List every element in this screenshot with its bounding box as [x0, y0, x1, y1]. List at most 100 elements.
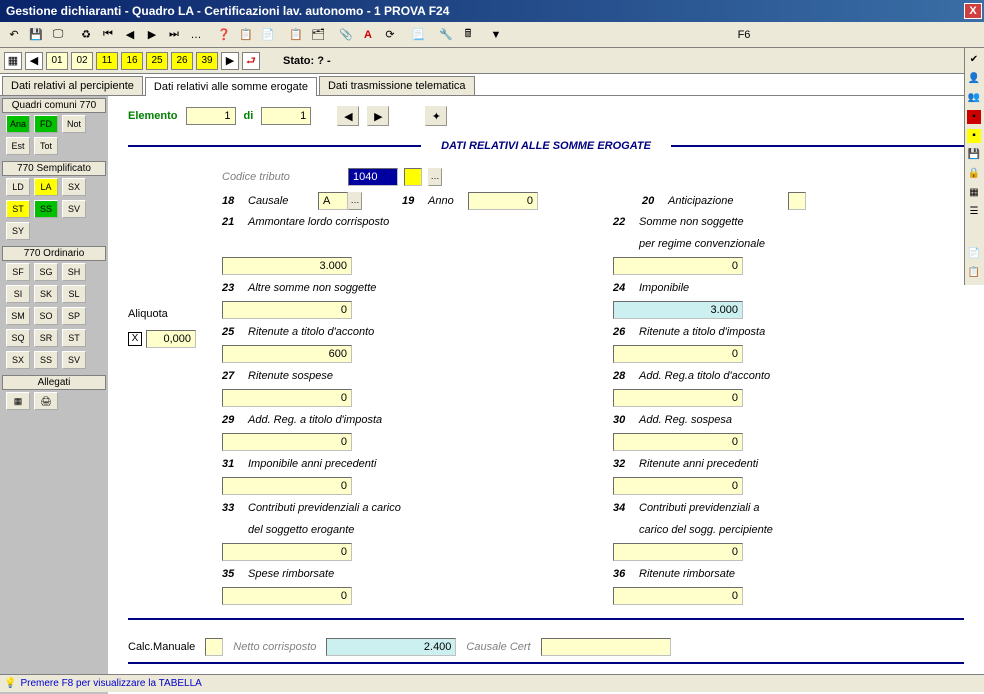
tributo-input[interactable]: 1040: [348, 168, 398, 186]
tributo-lookup-button[interactable]: …: [428, 168, 442, 186]
nav-end-icon[interactable]: ⮐: [242, 52, 260, 70]
f22-input[interactable]: 0: [613, 257, 743, 275]
f31-input[interactable]: 0: [222, 477, 352, 495]
rt-red-icon[interactable]: ▪: [966, 109, 982, 125]
side-sf[interactable]: SF: [6, 263, 30, 281]
side-tot[interactable]: Tot: [34, 137, 58, 155]
side-sv[interactable]: SV: [62, 200, 86, 218]
f18-input[interactable]: A: [318, 192, 348, 210]
rt-grid-icon[interactable]: ▦: [966, 185, 982, 201]
rt-save-icon[interactable]: 💾: [966, 147, 982, 163]
f30-input[interactable]: 0: [613, 433, 743, 451]
calc-icon[interactable]: 🖩: [458, 25, 478, 45]
nav-page-25[interactable]: 25: [146, 52, 168, 70]
copy-icon[interactable]: 📋: [236, 25, 256, 45]
save-icon[interactable]: 💾: [26, 25, 46, 45]
rt-yellow-icon[interactable]: ▪: [966, 128, 982, 144]
f28-input[interactable]: 0: [613, 389, 743, 407]
f20-input[interactable]: [788, 192, 806, 210]
dots-icon[interactable]: …: [186, 25, 206, 45]
rt-user2-icon[interactable]: 👥: [966, 90, 982, 106]
rt-doc-icon[interactable]: 📄: [966, 246, 982, 262]
side-sm[interactable]: SM: [6, 307, 30, 325]
causale-cert-input[interactable]: [541, 638, 671, 656]
side-sx[interactable]: SX: [62, 178, 86, 196]
side-ss2[interactable]: SS: [34, 351, 58, 369]
f19-input[interactable]: 0: [468, 192, 538, 210]
prev-icon[interactable]: ◀: [120, 25, 140, 45]
nav-prev-icon[interactable]: ◀: [25, 52, 43, 70]
f24-input[interactable]: 3.000: [613, 301, 743, 319]
f36-input[interactable]: 0: [613, 587, 743, 605]
nav-page-26[interactable]: 26: [171, 52, 193, 70]
tab-percipiente[interactable]: Dati relativi al percipiente: [2, 76, 143, 95]
calc-manuale-check[interactable]: [205, 638, 223, 656]
side-si[interactable]: SI: [6, 285, 30, 303]
nav-page-11[interactable]: 11: [96, 52, 118, 70]
close-button[interactable]: X: [964, 3, 982, 19]
side-so[interactable]: SO: [34, 307, 58, 325]
side-print-icon[interactable]: 🖨: [34, 392, 58, 410]
side-ld[interactable]: LD: [6, 178, 30, 196]
side-ss[interactable]: SS: [34, 200, 58, 218]
cards-icon[interactable]: 🗂: [308, 25, 328, 45]
nav-page-39[interactable]: 39: [196, 52, 218, 70]
tab-somme-erogate[interactable]: Dati relativi alle somme erogate: [145, 77, 317, 96]
f27-input[interactable]: 0: [222, 389, 352, 407]
reload-icon[interactable]: ⟳: [380, 25, 400, 45]
f33-input[interactable]: 0: [222, 543, 352, 561]
tributo-flag[interactable]: [404, 168, 422, 186]
side-st[interactable]: ST: [6, 200, 30, 218]
elem-prev-icon[interactable]: ◀: [337, 106, 359, 126]
last-icon[interactable]: ⏭: [164, 25, 184, 45]
side-not[interactable]: Not: [62, 115, 86, 133]
refresh-icon[interactable]: ♻: [76, 25, 96, 45]
side-sx2[interactable]: SX: [6, 351, 30, 369]
tab-trasmissione[interactable]: Dati trasmissione telematica: [319, 76, 475, 95]
elem-new-icon[interactable]: ✦: [425, 106, 447, 126]
side-sk[interactable]: SK: [34, 285, 58, 303]
pdf-icon[interactable]: A: [358, 25, 378, 45]
elem-next-icon[interactable]: ▶: [367, 106, 389, 126]
f32-input[interactable]: 0: [613, 477, 743, 495]
rt-check-icon[interactable]: ✔: [966, 52, 982, 68]
f35-input[interactable]: 0: [222, 587, 352, 605]
f34-input[interactable]: 0: [613, 543, 743, 561]
aliquota-input[interactable]: 0,000: [146, 330, 196, 348]
page-icon[interactable]: 📃: [408, 25, 428, 45]
f29-input[interactable]: 0: [222, 433, 352, 451]
side-st2[interactable]: ST: [62, 329, 86, 347]
rt-user-icon[interactable]: 👤: [966, 71, 982, 87]
side-sg[interactable]: SG: [34, 263, 58, 281]
nav-page-16[interactable]: 16: [121, 52, 143, 70]
side-sh[interactable]: SH: [62, 263, 86, 281]
side-est[interactable]: Est: [6, 137, 30, 155]
side-la[interactable]: LA: [34, 178, 58, 196]
elemento-value[interactable]: 1: [186, 107, 236, 125]
rt-lock-icon[interactable]: 🔒: [966, 166, 982, 182]
nav-next-icon[interactable]: ▶: [221, 52, 239, 70]
aliquota-check[interactable]: X: [128, 332, 142, 346]
doc-icon[interactable]: 📄: [258, 25, 278, 45]
f26-input[interactable]: 0: [613, 345, 743, 363]
nav-page-01[interactable]: 01: [46, 52, 68, 70]
side-grid-icon[interactable]: ▦: [6, 392, 30, 410]
attach-icon[interactable]: 📎: [336, 25, 356, 45]
dropdown-icon[interactable]: ▼: [486, 25, 506, 45]
side-sp[interactable]: SP: [62, 307, 86, 325]
side-ana[interactable]: Ana: [6, 115, 30, 133]
nav-page-02[interactable]: 02: [71, 52, 93, 70]
undo-icon[interactable]: ↶: [4, 25, 24, 45]
f18-lookup-button[interactable]: …: [348, 192, 362, 210]
rt-list-icon[interactable]: ☰: [966, 204, 982, 220]
rt-copy-icon[interactable]: 📋: [966, 265, 982, 281]
next-icon[interactable]: ▶: [142, 25, 162, 45]
side-sl[interactable]: SL: [62, 285, 86, 303]
f21-input[interactable]: 3.000: [222, 257, 352, 275]
side-sy[interactable]: SY: [6, 222, 30, 240]
nav-grid-icon[interactable]: ▦: [4, 52, 22, 70]
side-sv2[interactable]: SV: [62, 351, 86, 369]
f23-input[interactable]: 0: [222, 301, 352, 319]
clipboard-icon[interactable]: 📋: [286, 25, 306, 45]
f25-input[interactable]: 600: [222, 345, 352, 363]
